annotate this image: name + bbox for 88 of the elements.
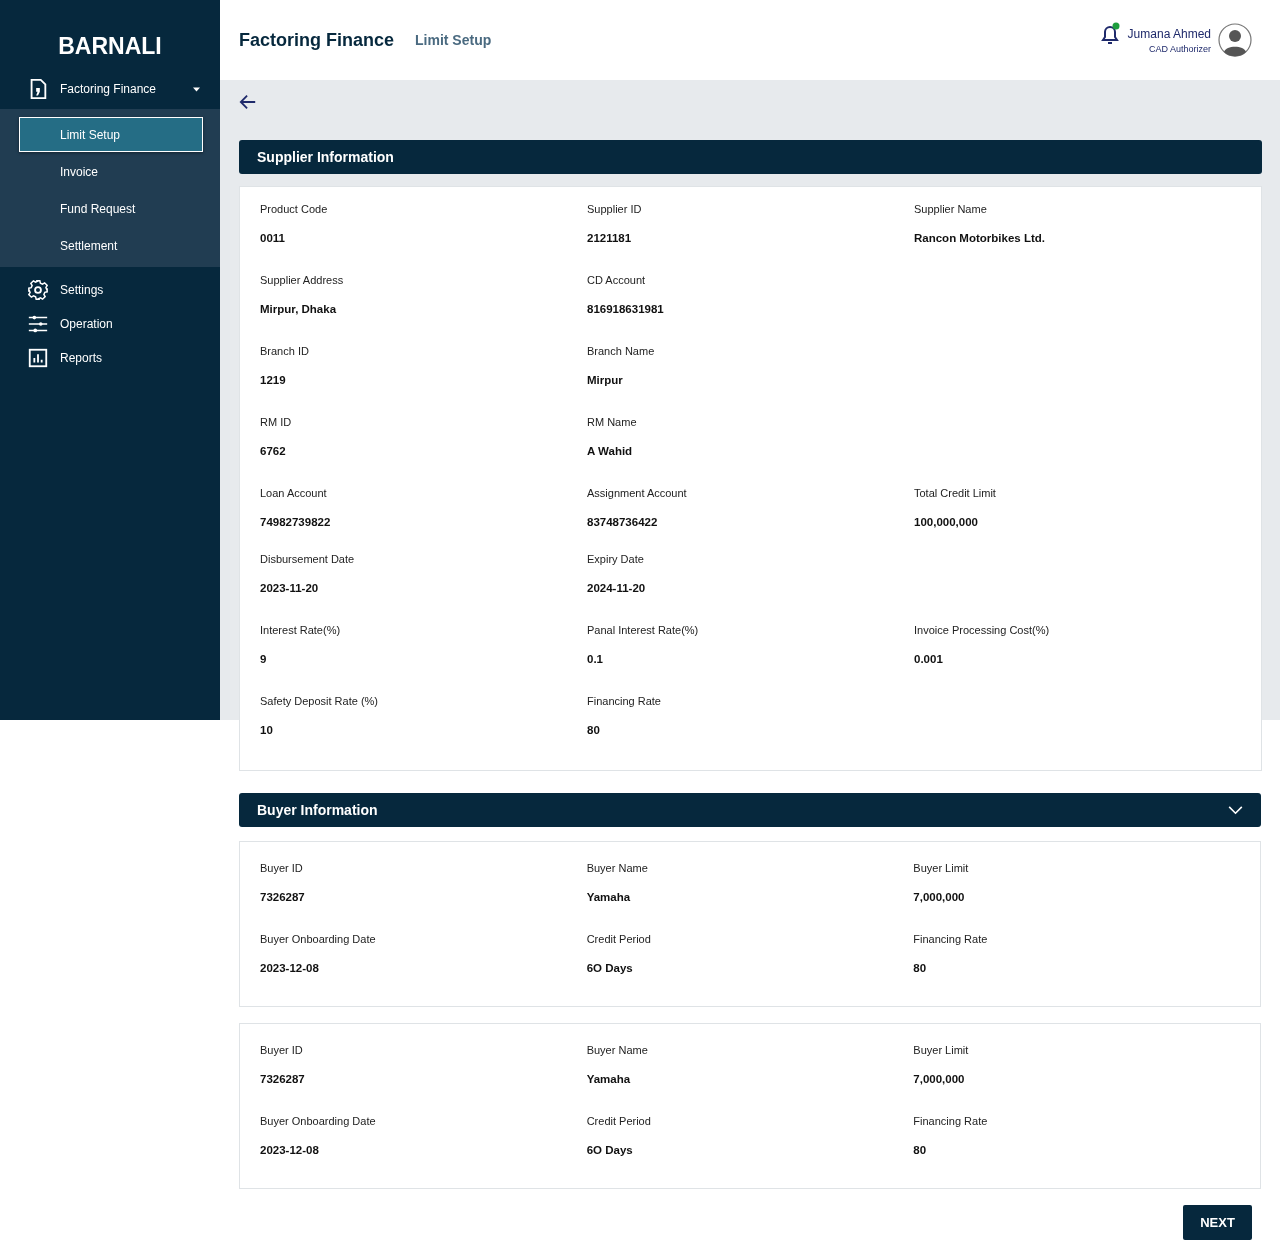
field-value: 83748736422 (587, 516, 659, 528)
field-label: Supplier Name (914, 203, 988, 215)
settings-icon (27, 279, 49, 301)
field-value: 10 (260, 724, 274, 736)
brand-logo: BARNALI (57, 32, 163, 61)
field-value: Mirpur, Dhaka (260, 303, 338, 315)
nav-item[interactable]: Reports (0, 341, 220, 375)
field-label: Buyer Onboarding Date (260, 933, 377, 945)
back-arrow-icon[interactable] (239, 93, 257, 111)
field-value: 1219 (260, 374, 287, 386)
submenu-item[interactable]: Settlement (19, 228, 203, 263)
field-value: 74982739822 (260, 516, 332, 528)
field-value: Rancon Motorbikes Ltd. (914, 232, 1046, 244)
field-label: Buyer Limit (913, 1044, 970, 1056)
field-label: Total Credit Limit (914, 487, 997, 499)
field-value: A Wahid (587, 445, 634, 457)
submenu-item[interactable]: Invoice (19, 154, 203, 189)
user-name: Jumana Ahmed (1127, 26, 1211, 41)
field-label: Supplier ID (587, 203, 643, 215)
field-value: 7,000,000 (913, 891, 966, 903)
sliders-icon (27, 313, 49, 335)
field-value: 100,000,000 (914, 516, 979, 528)
field-value: 6O Days (586, 1144, 634, 1156)
field-label: Product Code (260, 203, 329, 215)
page-subtitle: Limit Setup (415, 32, 492, 48)
field-label: Invoice Processing Cost(%) (914, 624, 1051, 636)
section-title: Buyer Information (257, 802, 378, 818)
submenu-item[interactable]: Limit Setup (19, 117, 203, 152)
field-label: Credit Period (586, 1115, 652, 1127)
submenu-item[interactable]: Fund Request (19, 191, 203, 226)
field-value: 0.001 (914, 653, 944, 665)
field-value: 2023-12-08 (260, 962, 320, 974)
field-label: Financing Rate (913, 1115, 989, 1127)
bar-chart-icon (27, 347, 49, 369)
field-label: Financing Rate (587, 695, 662, 707)
field-value: 2023-12-08 (260, 1144, 320, 1156)
nav-label: Operation (60, 317, 114, 331)
field-label: Buyer Name (586, 1044, 649, 1056)
field-label: Loan Account (260, 487, 328, 499)
field-label: RM ID (260, 416, 293, 428)
field-value: Mirpur (587, 374, 624, 386)
field-label: Panal Interest Rate(%) (587, 624, 700, 636)
field-label: CD Account (587, 274, 647, 286)
field-label: Buyer ID (260, 862, 304, 874)
field-value: 6O Days (586, 962, 634, 974)
field-label: Safety Deposit Rate (%) (260, 695, 379, 707)
section-title: Supplier Information (257, 149, 394, 165)
field-label: RM Name (587, 416, 638, 428)
user-role: CAD Authorizer (1148, 43, 1211, 54)
field-label: Interest Rate(%) (260, 624, 342, 636)
nav-label: Settings (60, 283, 105, 297)
nav-item[interactable]: Factoring Finance (0, 72, 220, 106)
field-value: 7326287 (260, 1073, 306, 1085)
field-label: Expiry Date (587, 553, 645, 565)
page-title: Factoring Finance (239, 29, 395, 51)
avatar-icon[interactable] (1218, 23, 1252, 57)
field-value: 7326287 (260, 891, 306, 903)
field-label: Financing Rate (913, 933, 989, 945)
field-value: 80 (913, 1144, 928, 1156)
field-value: 80 (587, 724, 601, 736)
nav-label: Reports (60, 351, 104, 365)
field-value: 7,000,000 (913, 1073, 966, 1085)
field-label: Credit Period (586, 933, 652, 945)
field-value: 80 (913, 962, 928, 974)
field-label: Buyer ID (260, 1044, 304, 1056)
field-value: 816918631981 (587, 303, 665, 315)
next-button[interactable]: NEXT (1183, 1205, 1252, 1240)
field-value: 2023-11-20 (260, 582, 320, 594)
field-label: Supplier Address (260, 274, 345, 286)
field-value: 2121181 (587, 232, 633, 244)
field-value: 2024-11-20 (587, 582, 647, 594)
field-value: 9 (260, 653, 268, 665)
field-label: Assignment Account (587, 487, 688, 499)
section-header[interactable]: Buyer Information (239, 793, 1261, 827)
field-label: Buyer Name (586, 862, 649, 874)
field-value: Yamaha (586, 891, 632, 903)
field-value: 0011 (260, 232, 286, 244)
field-label: Disbursement Date (260, 553, 356, 565)
field-label: Branch Name (587, 345, 656, 357)
nav-item[interactable]: Operation (0, 307, 220, 341)
field-label: Branch ID (260, 345, 310, 357)
field-label: Buyer Limit (913, 862, 970, 874)
field-value: Yamaha (586, 1073, 632, 1085)
field-value: 6762 (260, 445, 287, 457)
nav-item[interactable]: Settings (0, 273, 220, 307)
nav-label: Factoring Finance (60, 82, 158, 96)
field-label: Buyer Onboarding Date (260, 1115, 377, 1127)
field-value: 0.1 (587, 653, 604, 665)
